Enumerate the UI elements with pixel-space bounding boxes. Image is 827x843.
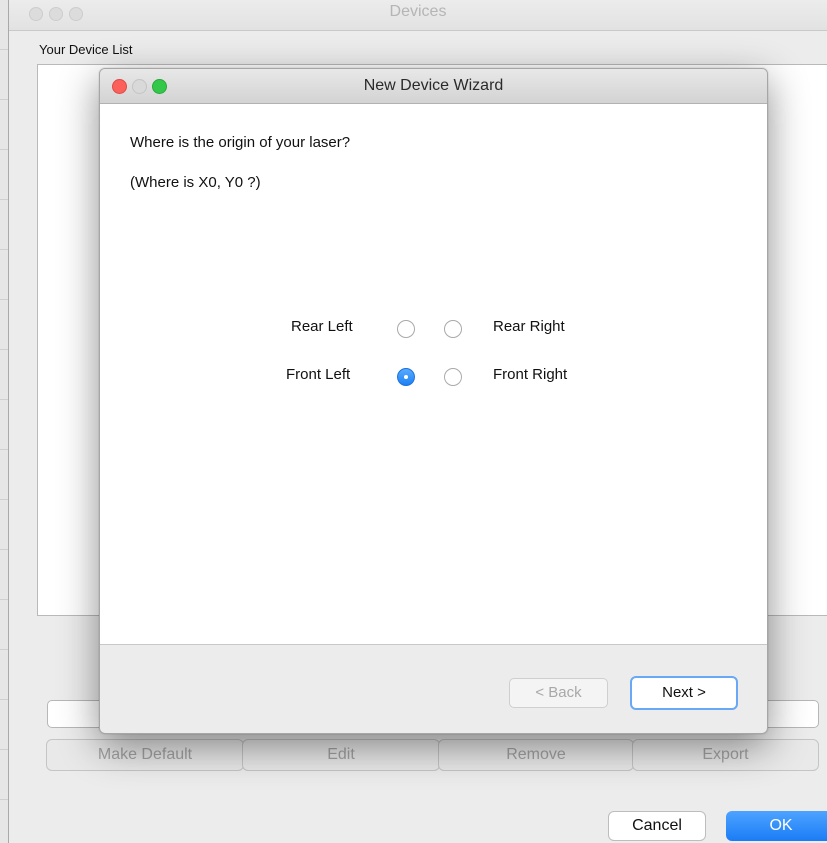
front-left-label: Front Left	[286, 366, 351, 383]
device-action-row: Make Default Edit Remove Export	[46, 739, 819, 771]
make-default-button[interactable]: Make Default	[46, 739, 244, 771]
devices-titlebar: Devices	[9, 0, 827, 31]
ok-button[interactable]: OK	[726, 811, 827, 841]
rear-left-label: Rear Left	[291, 318, 353, 335]
rear-right-radio[interactable]	[444, 320, 462, 338]
background-window-edge	[0, 0, 9, 843]
device-list-label: Your Device List	[39, 42, 133, 57]
remove-button[interactable]: Remove	[438, 739, 634, 771]
front-left-radio[interactable]	[397, 368, 415, 386]
devices-window-title: Devices	[389, 3, 447, 20]
wizard-title: New Device Wizard	[363, 77, 504, 94]
rear-left-radio[interactable]	[397, 320, 415, 338]
export-button[interactable]: Export	[632, 739, 819, 771]
edit-button[interactable]: Edit	[242, 739, 440, 771]
cancel-button[interactable]: Cancel	[608, 811, 706, 841]
rear-right-label: Rear Right	[493, 318, 565, 335]
origin-question: Where is the origin of your laser?	[130, 134, 351, 151]
origin-subquestion: (Where is X0, Y0 ?)	[130, 174, 261, 191]
front-right-label: Front Right	[493, 366, 568, 383]
front-right-radio[interactable]	[444, 368, 462, 386]
next-button[interactable]: Next >	[630, 676, 738, 710]
wizard-body: Where is the origin of your laser? (Wher…	[100, 104, 767, 645]
back-button[interactable]: < Back	[509, 678, 608, 708]
wizard-titlebar: New Device Wizard	[100, 69, 767, 104]
new-device-wizard-dialog: New Device Wizard Where is the origin of…	[99, 68, 768, 734]
